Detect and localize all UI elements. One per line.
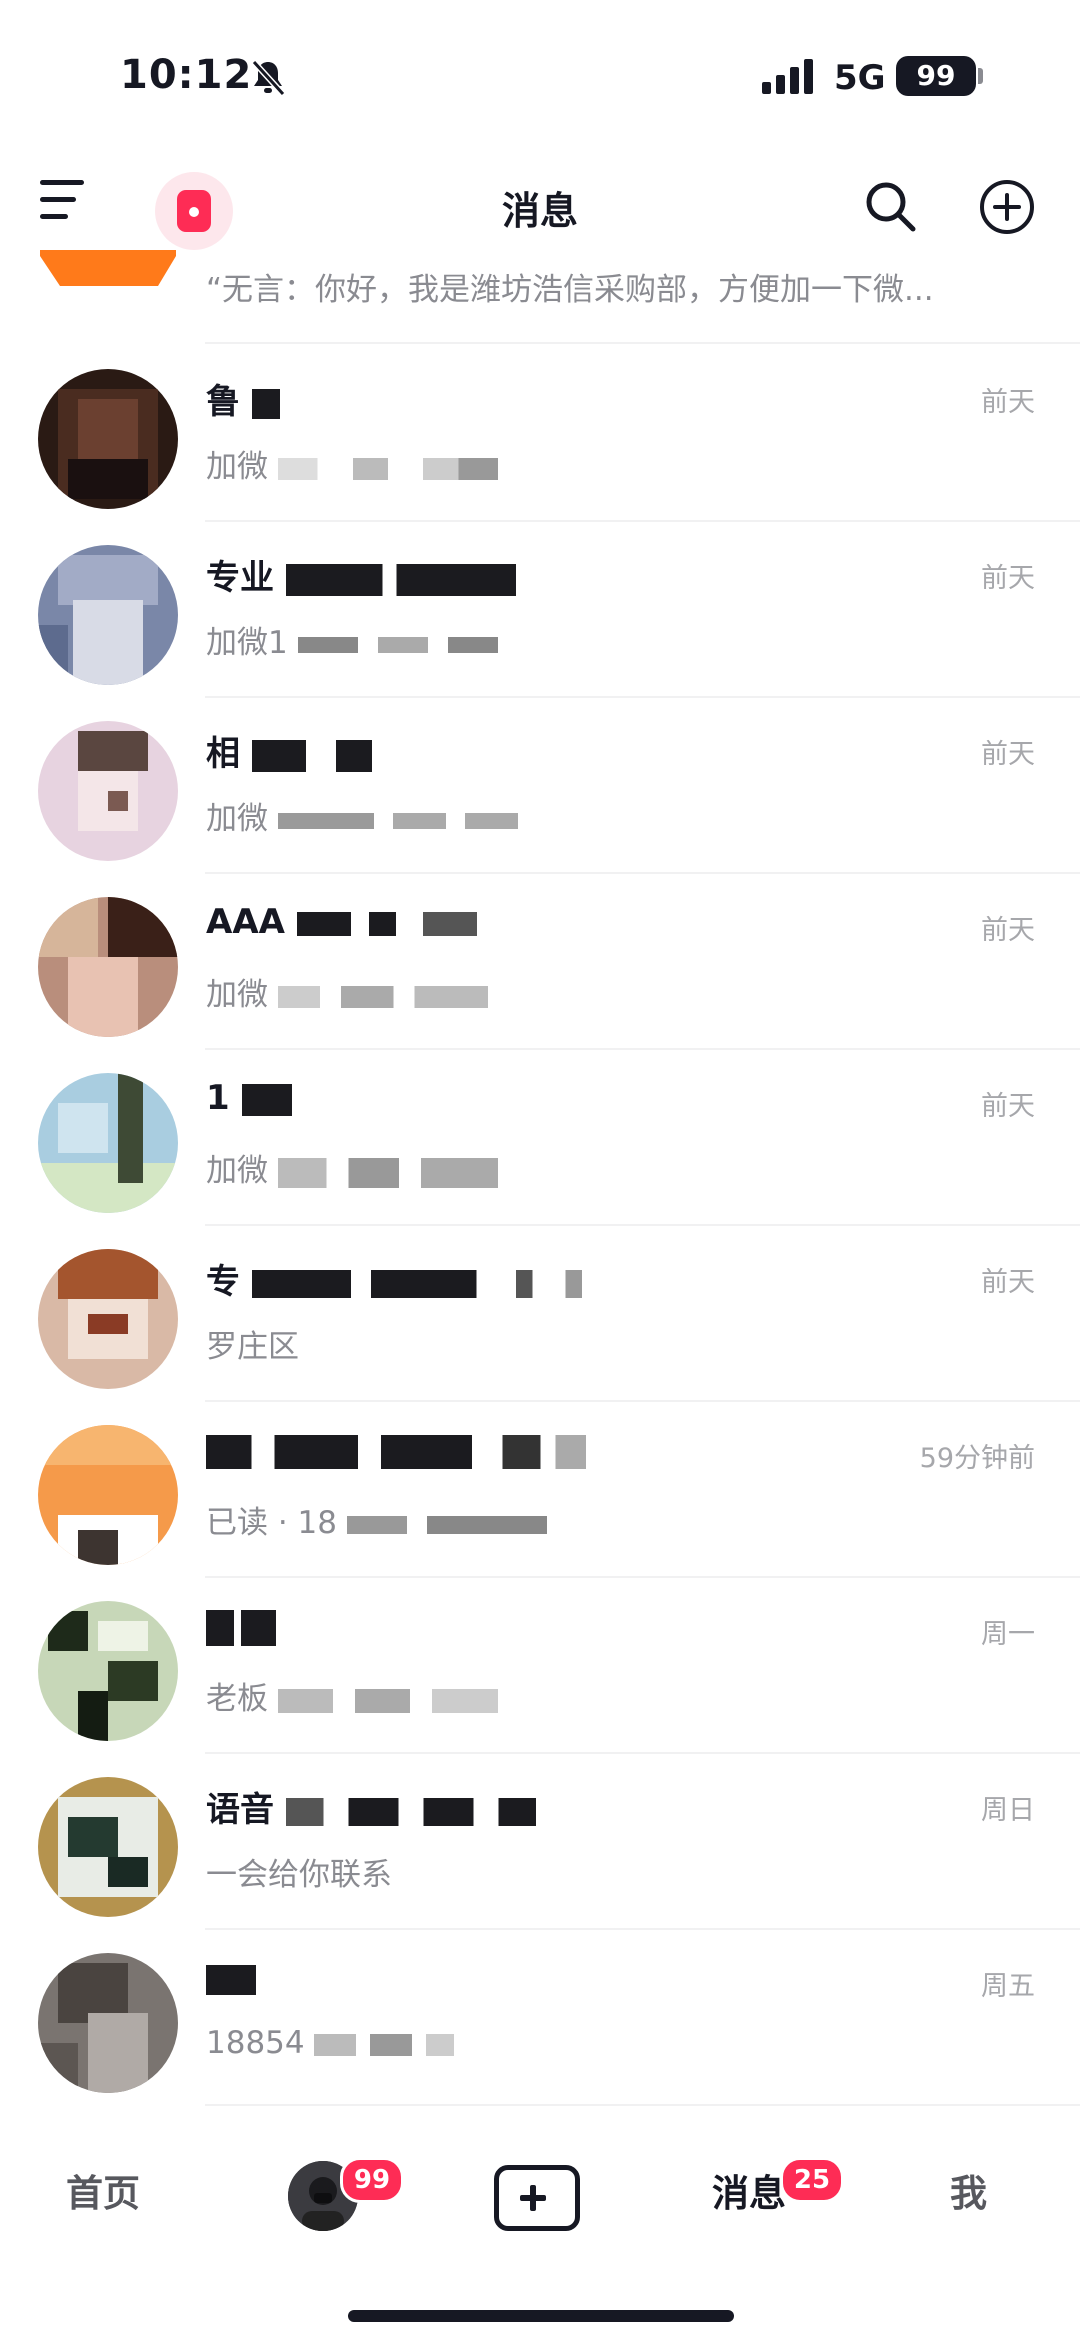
- timestamp: 前天: [981, 1267, 1035, 1298]
- contact-name: 1: [206, 1078, 292, 1118]
- list-item[interactable]: 相 加微 前天: [0, 698, 1080, 874]
- avatar: [38, 369, 178, 509]
- avatar: [38, 897, 178, 1037]
- message-preview: 一会给你联系: [206, 1857, 392, 1893]
- home-indicator[interactable]: [348, 2310, 734, 2322]
- avatar: [38, 1073, 178, 1213]
- message-preview: 老板: [206, 1673, 498, 1718]
- contact-name: 专业: [206, 550, 516, 599]
- contact-name: [206, 1606, 276, 1646]
- message-preview: 加微: [206, 969, 488, 1014]
- status-bar: 10:12 5G 99: [0, 0, 1080, 150]
- message-preview: 已读 · 18: [206, 1497, 547, 1542]
- network-type: 5G: [834, 58, 886, 98]
- avatar: [38, 1953, 178, 2093]
- message-preview: 罗庄区: [206, 1329, 299, 1365]
- status-time: 10:12: [120, 52, 253, 98]
- contact-name: [206, 1430, 586, 1470]
- list-item[interactable]: AAA 加微 前天: [0, 874, 1080, 1050]
- list-item[interactable]: 语音 一会给你联系 周日: [0, 1754, 1080, 1930]
- nav-messages[interactable]: 消息: [712, 2163, 786, 2217]
- nav-home[interactable]: 首页: [66, 2163, 140, 2217]
- contact-name: [206, 1958, 256, 1998]
- contact-name: 相: [206, 726, 372, 775]
- message-preview: 加微: [206, 793, 518, 838]
- timestamp: 前天: [981, 563, 1035, 594]
- page-title: 消息: [501, 189, 578, 233]
- avatar: [38, 1601, 178, 1741]
- list-item[interactable]: 专 罗庄区 前天: [0, 1226, 1080, 1402]
- message-preview: “无言：你好，我是潍坊浩信采购部，方便加一下微...: [206, 272, 934, 308]
- create-button[interactable]: [494, 2165, 580, 2231]
- contact-name: 鲁: [206, 374, 280, 423]
- list-item[interactable]: 专业 加微1 前天: [0, 522, 1080, 698]
- signal-icon: [762, 59, 813, 94]
- friends-badge: 99: [340, 2157, 404, 2203]
- list-item[interactable]: 1 加微 前天: [0, 1050, 1080, 1226]
- contact-name: 语音: [206, 1782, 536, 1831]
- avatar: [38, 1777, 178, 1917]
- timestamp: 周五: [981, 1971, 1035, 2002]
- contact-name: AAA: [206, 902, 477, 942]
- list-item[interactable]: 已读 · 18 59分钟前: [0, 1402, 1080, 1578]
- list-item[interactable]: “无言：你好，我是潍坊浩信采购部，方便加一下微...: [0, 250, 1080, 344]
- contact-name: 专: [206, 1254, 582, 1303]
- avatar: [38, 721, 178, 861]
- battery-tip: [978, 68, 983, 84]
- avatar: [38, 1425, 178, 1565]
- list-item[interactable]: 老板 周一: [0, 1578, 1080, 1754]
- timestamp: 59分钟前: [919, 1443, 1035, 1474]
- search-icon[interactable]: [862, 178, 918, 234]
- message-preview: 18854: [206, 2025, 455, 2061]
- avatar: [38, 545, 178, 685]
- timestamp: 前天: [981, 387, 1035, 418]
- timestamp: 前天: [981, 1091, 1035, 1122]
- list-item[interactable]: 鲁 加微 前天: [0, 346, 1080, 522]
- header: 消息: [0, 160, 1080, 250]
- conversation-list[interactable]: “无言：你好，我是潍坊浩信采购部，方便加一下微... 鲁 加微 前天 专业 加微…: [0, 250, 1080, 2120]
- nav-me[interactable]: 我: [950, 2163, 987, 2217]
- timestamp: 周日: [981, 1795, 1035, 1826]
- bell-muted-icon: [251, 59, 286, 97]
- timestamp: 前天: [981, 915, 1035, 946]
- list-item[interactable]: 18854 周五: [0, 1930, 1080, 2106]
- timestamp: 前天: [981, 739, 1035, 770]
- message-preview: 加微: [206, 441, 498, 486]
- battery-indicator: 99: [896, 56, 976, 96]
- timestamp: 周一: [981, 1619, 1035, 1650]
- avatar: [38, 1249, 178, 1389]
- message-preview: 加微1: [206, 617, 498, 662]
- messages-badge: 25: [780, 2157, 844, 2203]
- message-preview: 加微: [206, 1145, 498, 1190]
- bottom-nav: 首页 99 消息 25 我: [0, 2125, 1080, 2275]
- add-circle-icon[interactable]: [978, 178, 1036, 236]
- avatar: [40, 250, 176, 286]
